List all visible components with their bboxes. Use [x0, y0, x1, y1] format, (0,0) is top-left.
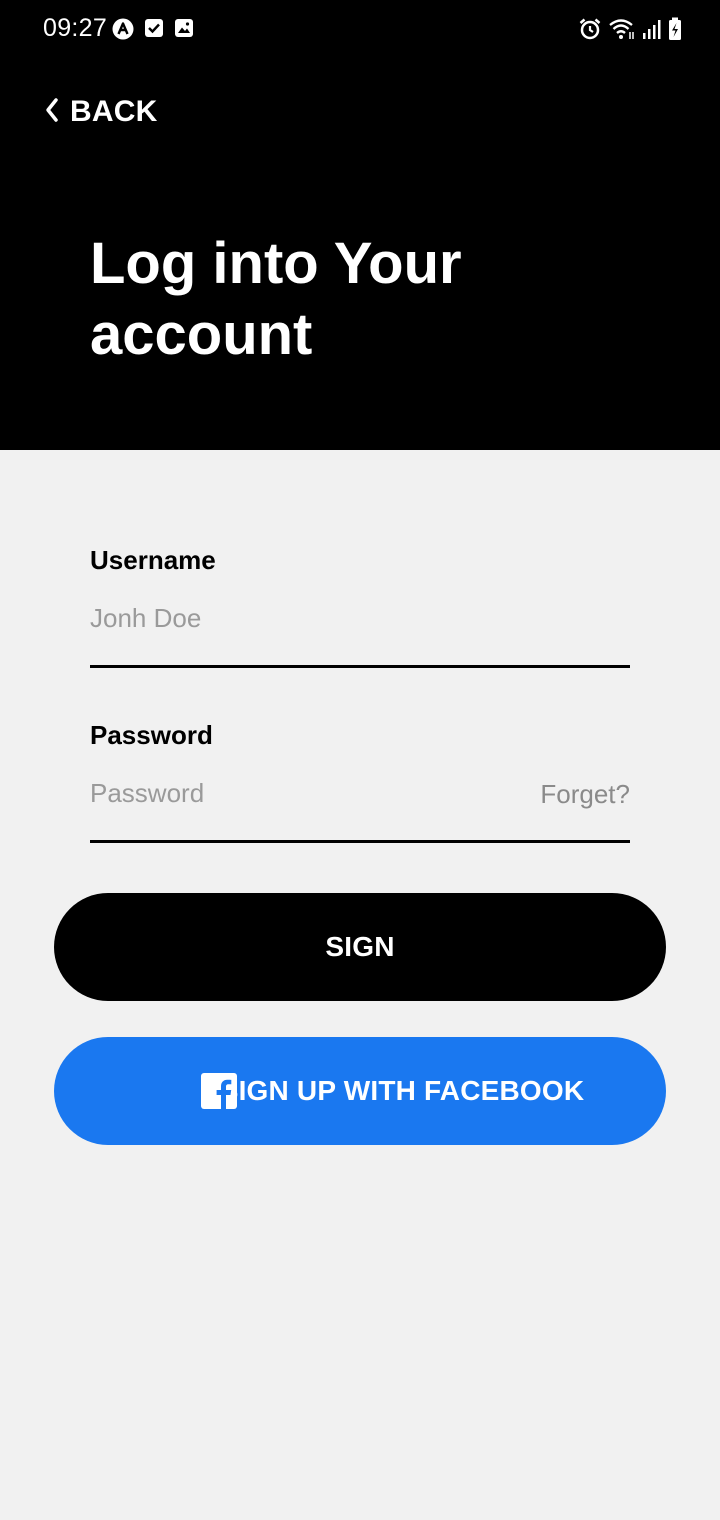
facebook-icon	[201, 1073, 237, 1116]
facebook-signup-button[interactable]: SIGN UP WITH FACEBOOK	[54, 1037, 666, 1145]
sign-button[interactable]: SIGN	[54, 893, 666, 1001]
page-title-line-1: Log into Your	[90, 231, 462, 296]
alarm-icon	[578, 17, 602, 41]
sign-button-label: SIGN	[325, 931, 395, 962]
forget-password-link[interactable]: Forget?	[540, 779, 630, 810]
back-button[interactable]: BACK	[44, 92, 157, 132]
status-time: 09:27	[43, 14, 108, 42]
battery-charging-icon	[668, 17, 682, 41]
system-icons	[578, 17, 682, 41]
checkbox-icon	[144, 18, 164, 40]
username-field-row	[90, 580, 630, 668]
password-field-row: Forget?	[90, 755, 630, 843]
wifi-icon	[608, 17, 636, 41]
back-label: BACK	[70, 95, 158, 128]
status-bar: 09:27	[0, 0, 720, 60]
password-label: Password	[90, 720, 213, 750]
page-title: Log into Your account	[90, 228, 650, 370]
notification-icons	[112, 18, 194, 40]
chevron-left-icon	[44, 97, 60, 128]
page-title-line-2: account	[90, 302, 313, 367]
signal-icon	[642, 18, 662, 40]
username-label: Username	[90, 545, 216, 575]
facebook-signup-label: SIGN UP WITH FACEBOOK	[219, 1075, 585, 1106]
header: 09:27 BACK Log into Your account	[0, 0, 720, 450]
app-a-icon	[112, 18, 134, 40]
username-input[interactable]	[90, 598, 510, 638]
image-icon	[174, 18, 194, 40]
password-input[interactable]	[90, 773, 510, 813]
login-form: Username Password Forget?	[90, 540, 630, 843]
